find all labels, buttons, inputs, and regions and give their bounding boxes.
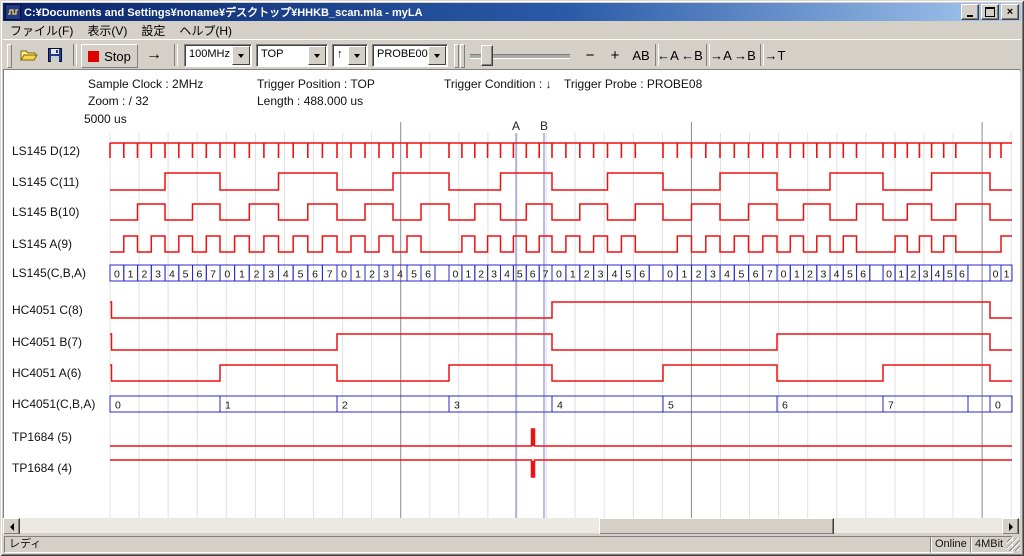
floppy-disk-icon (48, 48, 62, 62)
channel-label: HC4051 B(7) (12, 334, 82, 350)
stop-icon (88, 51, 99, 62)
stop-button[interactable]: Stop (81, 44, 138, 68)
title-bar[interactable]: C:¥Documents and Settings¥noname¥デスクトップ¥… (3, 3, 1021, 21)
trigger-position-select[interactable]: TOP (256, 44, 328, 67)
channel-label: LS145(C,B,A) (12, 265, 86, 281)
channel-label: HC4051(C,B,A) (12, 396, 95, 412)
forward-cursor-b-button[interactable]: →B (733, 44, 757, 66)
plus-icon: + (611, 47, 620, 64)
zoom-slider-thumb[interactable] (481, 45, 493, 66)
horizontal-scrollbar[interactable] (3, 518, 1019, 533)
toolbar-grip[interactable] (460, 44, 465, 68)
scroll-left-button[interactable] (3, 518, 20, 535)
minus-icon: − (586, 47, 595, 64)
menu-item-help[interactable]: ヘルプ(H) (172, 21, 239, 40)
scroll-thumb[interactable] (599, 518, 834, 535)
right-arrow-t-icon: →T (765, 48, 786, 63)
open-folder-icon (20, 48, 38, 62)
close-icon: × (1007, 7, 1013, 17)
minimize-icon (967, 15, 973, 17)
channel-label: LS145 D(12) (12, 143, 80, 159)
menu-item-view[interactable]: 表示(V) (80, 21, 134, 40)
sample-clock-text: Sample Clock : 2MHz (88, 77, 203, 91)
cursor-b-label: B (538, 119, 550, 133)
dropdown-button[interactable] (232, 46, 250, 65)
cursor-a-label: A (510, 119, 522, 133)
left-arrow-icon (10, 523, 14, 531)
toolbar-separator (174, 44, 178, 66)
toolbar: Stop → 100MHz TOP ↑ PROBE00 − + AB ←A (3, 39, 1021, 71)
dropdown-button[interactable] (348, 46, 366, 65)
goto-cursor-a-button[interactable]: ←A (656, 44, 680, 66)
maximize-icon (985, 7, 995, 17)
open-button[interactable] (17, 44, 41, 66)
channel-label: TP1684 (5) (12, 429, 72, 445)
edge-select[interactable]: ↑ (332, 44, 368, 67)
trigger-position-value: TOP (261, 48, 283, 60)
chevron-down-icon (434, 54, 440, 58)
goto-cursor-b-button[interactable]: ←B (680, 44, 704, 66)
trigger-probe-text: Trigger Probe : PROBE08 (564, 77, 702, 91)
channel-label: LS145 A(9) (12, 236, 72, 252)
close-button[interactable]: × (1001, 4, 1019, 20)
chevron-down-icon (314, 54, 320, 58)
edge-value: ↑ (337, 48, 343, 60)
dropdown-button[interactable] (428, 46, 446, 65)
zoom-out-button[interactable]: − (581, 44, 599, 66)
chevron-down-icon (354, 54, 360, 58)
status-bar: レディ Online 4MBit (3, 534, 1021, 553)
probe-select[interactable]: PROBE00 (372, 44, 448, 67)
run-arrow-icon: → (146, 46, 162, 64)
resize-grip[interactable] (1007, 538, 1020, 551)
status-ready-text: レディ (4, 536, 932, 553)
dropdown-button[interactable] (308, 46, 326, 65)
right-arrow-icon (1009, 523, 1013, 531)
app-icon[interactable] (5, 4, 21, 20)
maximize-button[interactable] (981, 4, 999, 20)
left-arrow-b-icon: ←B (681, 48, 703, 63)
length-text: Length : 488.000 us (257, 94, 363, 108)
app-window: C:¥Documents and Settings¥noname¥デスクトップ¥… (0, 0, 1024, 556)
left-arrow-a-icon: ←A (657, 48, 679, 63)
menu-bar: ファイル(F) 表示(V) 設定 ヘルプ(H) (3, 21, 1021, 39)
toolbar-grip[interactable] (454, 44, 459, 68)
ab-label: AB (632, 48, 649, 63)
minimize-button[interactable] (961, 4, 979, 20)
forward-cursor-a-button[interactable]: →A (709, 44, 733, 66)
goto-trigger-button[interactable]: →T (763, 44, 787, 66)
trigger-condition-text: Trigger Condition : ↓ (444, 77, 552, 91)
status-online-badge: Online (930, 536, 972, 553)
save-button[interactable] (43, 44, 67, 66)
menu-item-file[interactable]: ファイル(F) (3, 21, 80, 40)
scroll-right-button[interactable] (1002, 518, 1019, 535)
zoom-text: Zoom : / 32 (88, 94, 149, 108)
run-button[interactable]: → (141, 44, 167, 66)
probe-value: PROBE00 (377, 48, 428, 60)
zoom-in-button[interactable]: + (606, 44, 624, 66)
time-division-label: 5000 us (84, 112, 127, 126)
stop-label: Stop (104, 49, 131, 64)
channel-label: LS145 C(11) (12, 174, 79, 190)
window-controls: × (961, 4, 1019, 20)
channel-label: LS145 B(10) (12, 204, 79, 220)
toolbar-separator (73, 44, 77, 66)
menu-item-settings[interactable]: 設定 (134, 21, 172, 40)
waveform-glyph (8, 8, 18, 16)
clock-select[interactable]: 100MHz (184, 44, 252, 67)
ab-range-button[interactable]: AB (628, 44, 654, 66)
trigger-position-text: Trigger Position : TOP (257, 77, 375, 91)
channel-label: HC4051 C(8) (12, 302, 83, 318)
right-arrow-a-icon: →A (710, 48, 732, 63)
toolbar-grip[interactable] (7, 44, 12, 68)
channel-label: HC4051 A(6) (12, 365, 81, 381)
channel-label: TP1684 (4) (12, 460, 72, 476)
window-title: C:¥Documents and Settings¥noname¥デスクトップ¥… (24, 4, 961, 20)
waveform-client-area (3, 69, 1020, 519)
right-arrow-b-icon: →B (734, 48, 756, 63)
clock-value: 100MHz (189, 48, 230, 60)
chevron-down-icon (238, 54, 244, 58)
